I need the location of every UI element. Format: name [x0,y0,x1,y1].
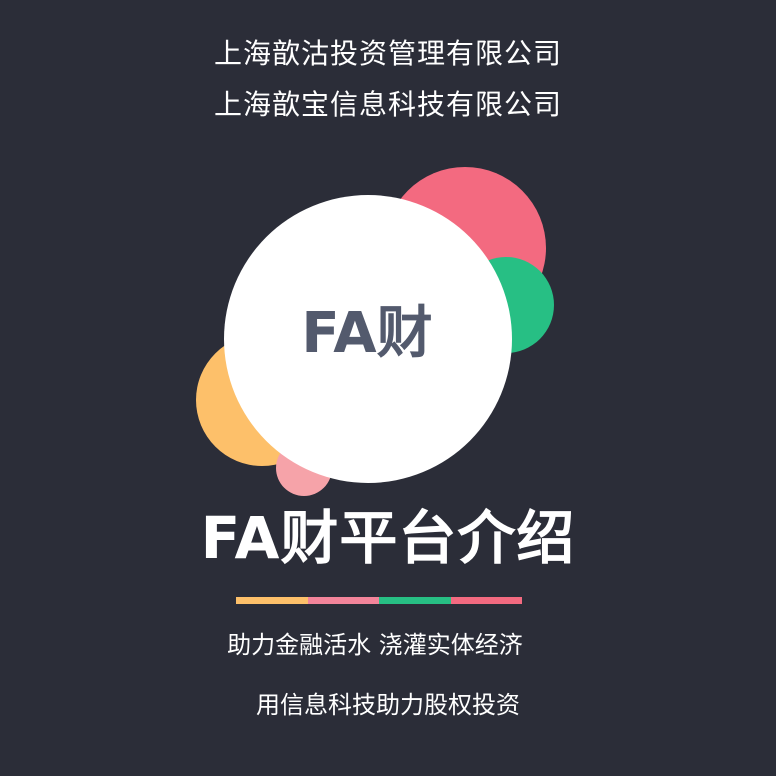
page-title: FA财平台介绍 [200,504,576,572]
divider-segment-orange [236,597,308,604]
divider-segment-red [450,597,522,604]
tagline-2: 用信息科技助力股权投资 [256,691,520,719]
logo-text: FA财 [301,301,433,366]
page: 上海歆沽投资管理有限公司 上海歆宝信息科技有限公司 FA财 FA财平台介绍 助力… [0,0,776,776]
divider-segment-green [379,597,451,604]
tagline-1: 助力金融活水 浇灌实体经济 [227,631,523,659]
color-divider [236,597,522,604]
divider-segment-pink [307,597,379,604]
